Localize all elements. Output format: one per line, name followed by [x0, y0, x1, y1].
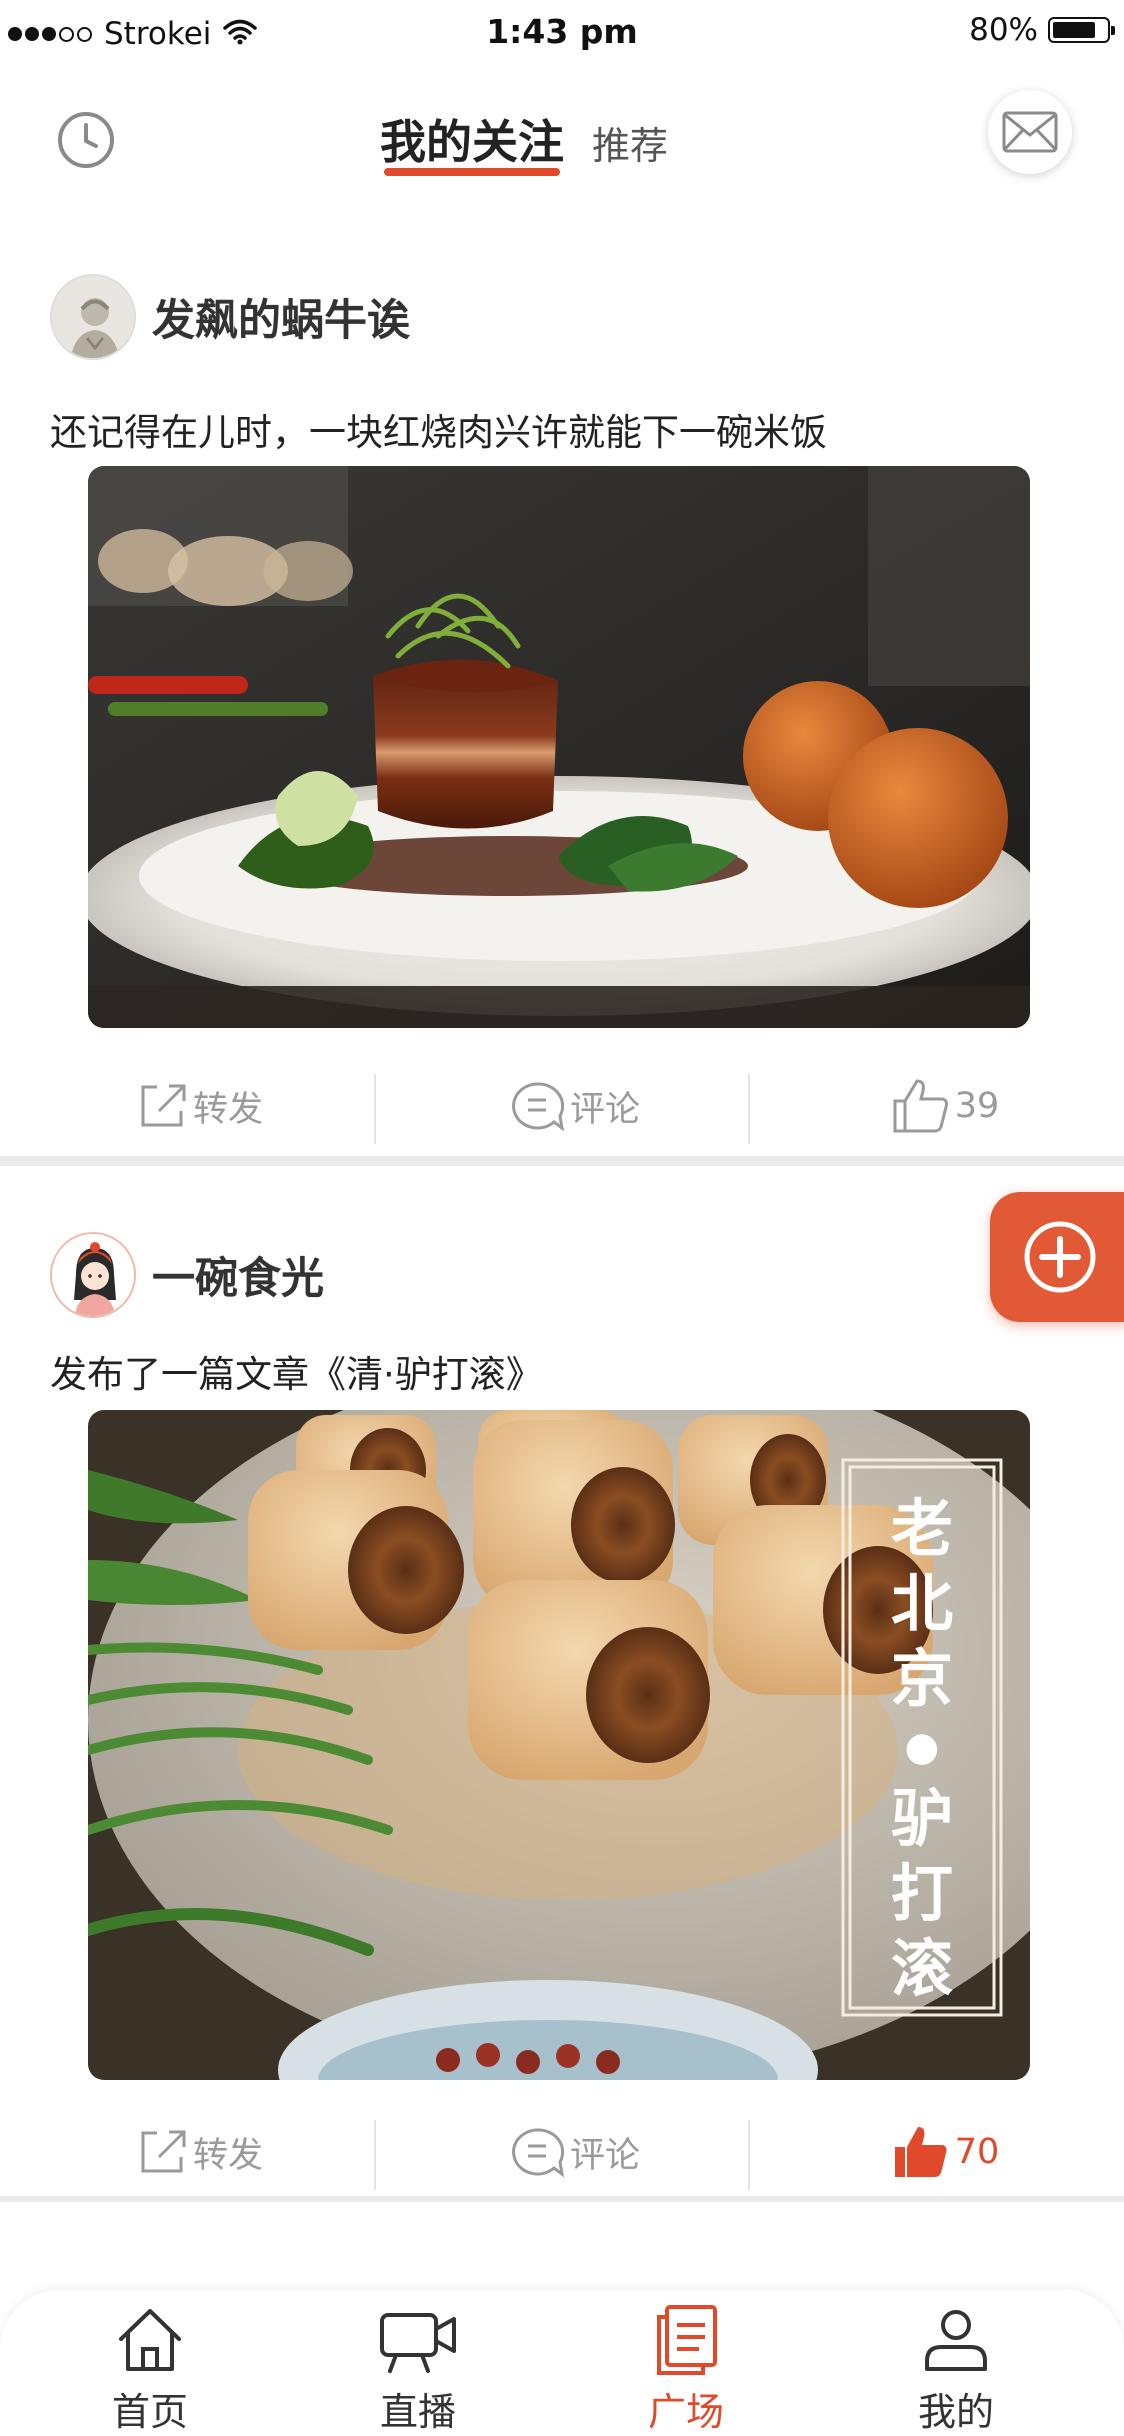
envelope-icon [1002, 111, 1058, 153]
plus-circle-icon [1024, 1221, 1096, 1293]
messages-button[interactable] [988, 90, 1072, 174]
avatar-sketch-icon [52, 276, 134, 358]
clock-icon [58, 112, 114, 168]
nav-me-label: 我的 [917, 2390, 994, 2434]
like-count: 39 [954, 1086, 1000, 1126]
caption-char: 滚 [891, 1932, 953, 2005]
tab-recommended[interactable]: 推荐 [592, 115, 668, 184]
post-text: 发布了一篇文章《清·驴打滚》 [50, 1353, 543, 1396]
nav-home[interactable]: 首页 [60, 2290, 240, 2436]
avatar[interactable] [50, 1232, 136, 1318]
share-icon [141, 1084, 186, 1127]
video-camera-icon [378, 2300, 458, 2379]
nav-live-label: 直播 [379, 2390, 456, 2434]
top-header: 我的关注 推荐 [0, 80, 1124, 200]
comment-button[interactable]: 评论 [495, 1066, 655, 1146]
like-button[interactable]: 39 [880, 1066, 1010, 1146]
caption-char: 打 [891, 1857, 953, 1930]
bottom-nav: 首页 直播 广场 我的 [0, 2290, 1124, 2436]
action-divider [374, 1074, 376, 1144]
lvdagun-image: 老 北 京 ● 驴 打 滚 [88, 1410, 1030, 2080]
comment-button[interactable]: 评论 [495, 2112, 655, 2192]
comment-label: 评论 [569, 2135, 640, 2176]
tab-following[interactable]: 我的关注 [380, 106, 564, 184]
caption-char: 京 [891, 1642, 953, 1715]
avatar-girl-icon [52, 1234, 134, 1316]
share-button[interactable]: 转发 [120, 1066, 280, 1146]
post-image[interactable] [88, 466, 1030, 1028]
nav-square[interactable]: 广场 [596, 2290, 776, 2436]
caption-char: ● [905, 1723, 940, 1770]
thumbs-up-filled-icon [894, 2127, 947, 2177]
nav-home-label: 首页 [111, 2390, 188, 2434]
tab-recommended-label: 推荐 [592, 124, 669, 168]
caption-char: 驴 [891, 1782, 953, 1855]
avatar[interactable] [50, 274, 136, 360]
active-tab-underline [384, 168, 560, 176]
caption-char: 北 [891, 1567, 953, 1640]
status-right: 80% [969, 12, 1115, 48]
battery-icon [1048, 17, 1115, 43]
like-button[interactable]: 70 [880, 2112, 1010, 2192]
action-divider [748, 2120, 750, 2190]
post-separator [0, 2196, 1124, 2202]
post-separator [0, 1156, 1124, 1166]
post-author[interactable]: 发飙的蜗牛诶 [50, 274, 410, 360]
caption-char: 老 [891, 1492, 953, 1565]
thumbs-up-icon [893, 1079, 948, 1133]
action-divider [748, 1074, 750, 1144]
author-name: 一碗食光 [152, 1254, 324, 1304]
action-divider [374, 2120, 376, 2190]
nav-live[interactable]: 直播 [328, 2290, 508, 2436]
comment-icon [512, 2128, 565, 2178]
tab-following-label: 我的关注 [380, 115, 564, 169]
share-label: 转发 [192, 2135, 263, 2176]
post-author[interactable]: 一碗食光 [50, 1232, 324, 1318]
comment-icon [512, 1082, 565, 1132]
status-time: 1:43 pm [486, 12, 638, 51]
post-actions: 转发 评论 39 [0, 1066, 1124, 1146]
status-bar: Strokei 1:43 pm 80% [0, 0, 1124, 66]
battery-percent: 80% [969, 12, 1038, 48]
braised-pork-image [88, 466, 1030, 1028]
share-icon [141, 2130, 186, 2173]
document-icon [646, 2300, 726, 2379]
like-count: 70 [954, 2132, 1000, 2172]
comment-label: 评论 [569, 1089, 640, 1130]
user-icon [916, 2300, 996, 2379]
nav-square-label: 广场 [647, 2390, 724, 2434]
post-actions: 转发 评论 70 [0, 2112, 1124, 2192]
post-text: 还记得在儿时，一块红烧肉兴许就能下一碗米饭 [50, 411, 827, 454]
history-button[interactable] [56, 110, 116, 170]
share-button[interactable]: 转发 [120, 2112, 280, 2192]
share-label: 转发 [192, 1089, 263, 1130]
home-icon [110, 2300, 190, 2379]
nav-me[interactable]: 我的 [866, 2290, 1046, 2436]
feed-tabs: 我的关注 推荐 [380, 106, 668, 184]
author-name: 发飙的蜗牛诶 [152, 296, 410, 346]
post-image[interactable]: 老 北 京 ● 驴 打 滚 [88, 1410, 1030, 2080]
create-post-button[interactable] [990, 1192, 1124, 1322]
